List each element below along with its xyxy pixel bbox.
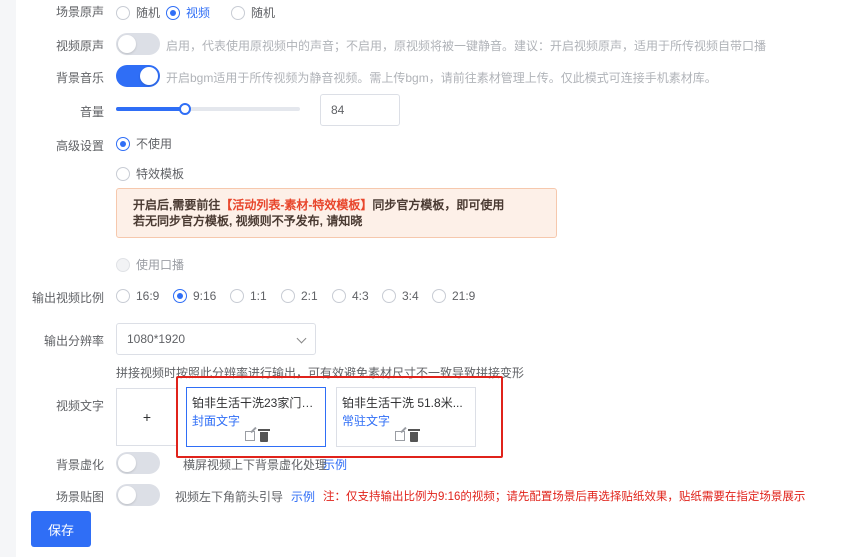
radio-dot (116, 289, 130, 303)
video-sound-hint: 启用，代表使用原视频中的声音；不启用，原视频将被一键静音。建议：开启视频原声，适… (166, 39, 767, 53)
blur-example-link[interactable]: 示例 (323, 456, 347, 473)
ratio-4-3-radio[interactable]: 4:3 (332, 289, 369, 303)
blur-hint: 横屏视频上下背景虚化处理 (183, 458, 328, 472)
blur-label: 背景虚化 (55, 458, 104, 472)
bgm-label: 背景音乐 (55, 71, 104, 85)
sticker-label: 场景贴图 (55, 490, 104, 504)
volume-slider-fill (116, 107, 185, 111)
radio-dot (230, 289, 244, 303)
radio-dot (116, 257, 130, 272)
radio-dot (281, 289, 295, 303)
radio-dot (173, 289, 187, 303)
video-sound-label: 视频原声 (55, 39, 104, 53)
ratio-16-9-radio[interactable]: 16:9 (116, 289, 159, 303)
blur-toggle[interactable] (116, 452, 160, 474)
volume-label: 音量 (79, 105, 104, 119)
radio-dot (116, 136, 130, 151)
video-sound-toggle[interactable] (116, 33, 160, 55)
resolution-value: 1080*1920 (127, 332, 186, 346)
sticker-warning: 注：仅支持输出比例为9:16的视频；请先配置场景后再选择贴纸效果，贴纸需要在指定… (323, 491, 806, 503)
radio-dot (332, 289, 346, 303)
advanced-voice-radio[interactable]: 使用口播 (116, 256, 184, 273)
add-video-text-button[interactable]: + (116, 388, 178, 446)
advanced-effect-radio[interactable]: 特效模板 (116, 165, 184, 182)
settings-panel: 场景原声 随机 视频 随机 视频原声 启用，代表使用原视频中的声音；不启用，原视… (16, 0, 848, 557)
ratio-21-9-radio[interactable]: 21:9 (432, 289, 475, 303)
ratio-3-4-radio[interactable]: 3:4 (382, 289, 419, 303)
radio-dot (116, 166, 130, 181)
sticker-toggle[interactable] (116, 484, 160, 506)
chevron-down-icon (296, 333, 307, 344)
scene-mode-other-radio[interactable]: 随机 (231, 4, 275, 21)
ratio-9-16-radio[interactable]: 9:16 (173, 289, 216, 303)
radio-dot (116, 5, 130, 20)
radio-dot (166, 5, 180, 20)
bgm-toggle[interactable] (116, 65, 160, 87)
alert-text: 开启后,需要前往 (133, 198, 221, 212)
sticker-hint: 视频左下角箭头引导 (175, 490, 284, 504)
toggle-knob (118, 454, 136, 472)
toggle-knob (118, 486, 136, 504)
volume-slider[interactable] (116, 107, 300, 111)
scene-mode-random-radio[interactable]: 随机 (116, 4, 160, 21)
scene-mode-video-radio[interactable]: 视频 (166, 4, 210, 21)
alert-link[interactable]: 【活动列表-素材-特效模板】 (220, 198, 372, 212)
sticker-example-link[interactable]: 示例 (291, 488, 315, 505)
radio-dot (432, 289, 446, 303)
ratio-1-1-radio[interactable]: 1:1 (230, 289, 267, 303)
advanced-none-radio[interactable]: 不使用 (116, 135, 172, 152)
video-text-label: 视频文字 (55, 399, 104, 413)
advanced-label: 高级设置 (55, 139, 104, 153)
volume-slider-handle[interactable] (179, 103, 191, 115)
highlight-box (176, 376, 503, 458)
alert-text-line2: 若无同步官方模板, 视频则不予发布, 请知晓 (133, 214, 363, 228)
ratio-2-1-radio[interactable]: 2:1 (281, 289, 318, 303)
radio-dot (231, 5, 245, 20)
resolution-label: 输出分辨率 (43, 334, 104, 348)
save-button[interactable]: 保存 (31, 511, 91, 547)
volume-input[interactable]: 84 (320, 94, 400, 126)
radio-dot (382, 289, 396, 303)
ratio-label: 输出视频比例 (31, 291, 104, 305)
alert-text: 同步官方模板，即可使用 (372, 198, 505, 212)
bgm-hint: 开启bgm适用于所传视频为静音视频。需上传bgm，请前往素材管理上传。仅此模式可… (166, 71, 717, 85)
toggle-knob (140, 67, 158, 85)
effect-template-alert: 开启后,需要前往【活动列表-素材-特效模板】同步官方模板，即可使用 若无同步官方… (116, 188, 557, 238)
resolution-select[interactable]: 1080*1920 (116, 323, 316, 355)
toggle-knob (118, 35, 136, 53)
scene-mode-label: 场景原声 (55, 5, 104, 19)
